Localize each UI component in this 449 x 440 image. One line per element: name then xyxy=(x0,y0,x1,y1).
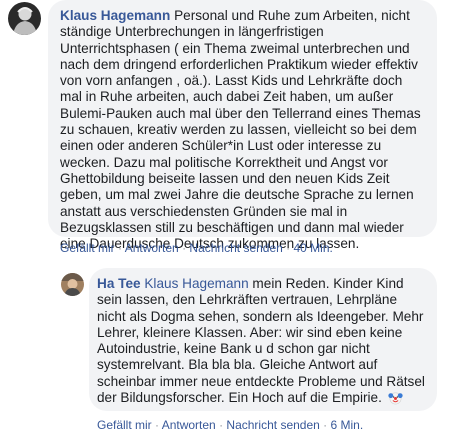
separator: · xyxy=(155,418,160,432)
reply-link[interactable]: Antworten xyxy=(125,241,179,255)
reply-link[interactable]: Antworten xyxy=(162,418,216,432)
like-link[interactable]: Gefällt mir xyxy=(60,241,115,255)
separator: · xyxy=(286,241,291,255)
avatar-ha-tee[interactable] xyxy=(61,273,84,296)
comment-bubble: Klaus Hagemann Personal und Ruhe zum Arb… xyxy=(48,0,437,251)
comment-author-name[interactable]: Klaus Hagemann xyxy=(60,8,170,23)
profile-photo-icon xyxy=(61,273,84,296)
separator: · xyxy=(323,418,328,432)
reply-author-name[interactable]: Ha Tee xyxy=(97,276,141,291)
timestamp[interactable]: 6 Min. xyxy=(331,418,364,432)
send-message-link[interactable]: Nachricht senden xyxy=(189,241,282,255)
send-message-link[interactable]: Nachricht senden xyxy=(226,418,319,432)
like-link[interactable]: Gefällt mir xyxy=(97,418,152,432)
separator: · xyxy=(182,241,187,255)
profile-photo-icon xyxy=(8,2,41,35)
comment-text: Personal und Ruhe zum Arbeiten, nicht st… xyxy=(60,8,421,252)
avatar-klaus-hagemann[interactable] xyxy=(8,2,41,35)
timestamp[interactable]: 40 Min. xyxy=(294,241,333,255)
reply-text: mein Reden. Kinder Kind sein lassen, den… xyxy=(97,276,425,406)
separator: · xyxy=(118,241,123,255)
comment-actions: Gefällt mir · Antworten · Nachricht send… xyxy=(60,241,333,255)
reply-bubble: Ha Tee Klaus Hagemann mein Reden. Kinder… xyxy=(89,268,437,411)
mention-link[interactable]: Klaus Hagemann xyxy=(144,276,248,291)
reply-actions: Gefällt mir · Antworten · Nachricht send… xyxy=(97,418,363,432)
clown-face-icon xyxy=(388,390,403,405)
separator: · xyxy=(219,418,224,432)
